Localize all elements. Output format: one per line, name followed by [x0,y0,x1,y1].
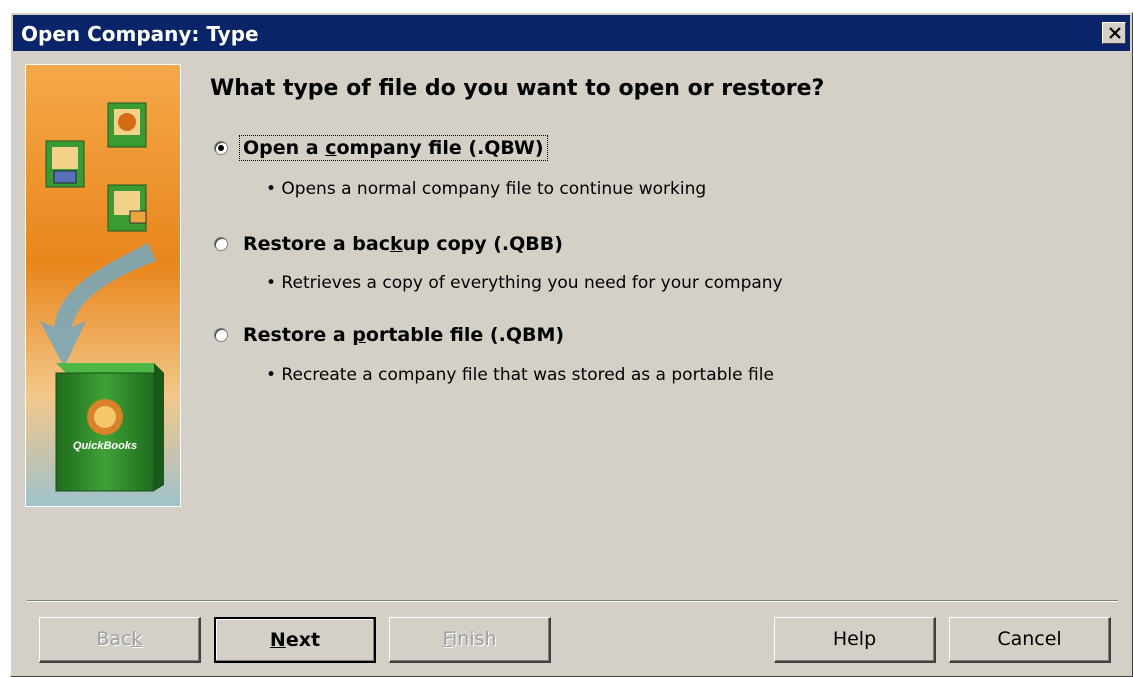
help-button[interactable]: Help [774,617,936,663]
back-button[interactable]: Back [39,617,201,663]
close-icon [1109,27,1121,39]
radio-restore-portable[interactable] [214,328,228,342]
radio-open-company[interactable] [214,141,228,155]
quickbooks-side-image: QuickBooks [25,64,181,507]
backup-file-icon [45,140,85,188]
cancel-button[interactable]: Cancel [949,617,1111,663]
option-open-company-label[interactable]: Open a company file (.QBW) [239,135,548,161]
option-restore-portable-label[interactable]: Restore a portable file (.QBM) [240,323,567,347]
question-heading: What type of file do you want to open or… [210,76,825,101]
next-button[interactable]: Next [214,617,376,663]
title-bar[interactable]: Open Company: Type [13,15,1130,51]
quickbooks-box-icon: QuickBooks [55,363,164,492]
radio-selected-dot [218,145,224,151]
radio-restore-backup[interactable] [214,237,228,251]
option-open-company-description: • Opens a normal company file to continu… [266,179,707,199]
option-restore-backup-label[interactable]: Restore a backup copy (.QBB) [240,232,566,256]
option-restore-portable-description: • Recreate a company file that was store… [266,365,774,385]
option-restore-backup-description: • Retrieves a copy of everything you nee… [266,273,783,293]
window-title: Open Company: Type [21,22,259,46]
company-file-icon [107,102,147,148]
separator [27,600,1118,602]
portable-file-icon [107,184,147,232]
finish-button[interactable]: Finish [389,617,551,663]
close-button[interactable] [1102,22,1126,44]
open-company-dialog: Open Company: Type QuickBooks What type … [10,12,1133,677]
svg-text:QuickBooks: QuickBooks [73,440,137,452]
